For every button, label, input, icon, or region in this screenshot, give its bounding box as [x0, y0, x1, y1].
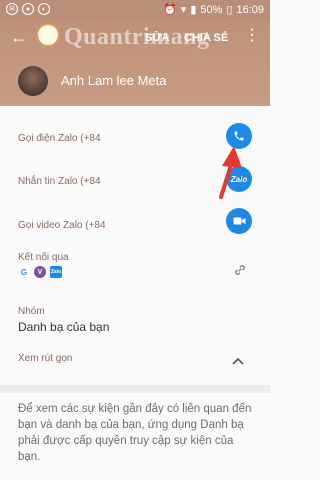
lightbulb-logo-icon: [36, 23, 60, 47]
zalo-video-label[interactable]: Gọi video Zalo (+84: [18, 220, 106, 231]
phone-icon: [234, 131, 244, 141]
chevron-up-icon[interactable]: [232, 352, 244, 370]
chain-link-icon: [235, 265, 245, 275]
contact-name: Anh Lam lee Meta: [61, 73, 167, 88]
notification-icon: ◐: [38, 3, 50, 15]
wifi-icon: ▾: [180, 4, 187, 16]
connected-apps: G V Zalo: [18, 266, 62, 278]
zalo-call-button[interactable]: [226, 123, 252, 149]
link-icon[interactable]: [232, 262, 248, 283]
contact-header: ← Quantrimang SỬA CHIA SẺ ⋮ Anh Lam lee …: [0, 20, 270, 106]
share-button[interactable]: CHIA SẺ: [184, 32, 228, 44]
alarm-icon: ⏰: [163, 4, 177, 16]
zalo-video-button[interactable]: [226, 208, 252, 234]
back-arrow-icon[interactable]: ←: [10, 28, 28, 46]
permission-notice: Để xem các sự kiện gần đây có liên quan …: [18, 403, 252, 463]
notification-icon: ●: [22, 3, 34, 15]
edit-button[interactable]: SỬA: [145, 32, 169, 44]
zalo-app-icon: Zalo: [50, 266, 62, 278]
video-camera-icon: [233, 217, 245, 225]
see-less-button[interactable]: Xem rút gọn: [18, 353, 72, 364]
zalo-call-label[interactable]: Gọi điện Zalo (+84: [18, 133, 101, 144]
group-label: Nhóm: [18, 306, 45, 317]
notification-icon: ✉: [6, 3, 18, 15]
viber-icon: V: [34, 266, 46, 278]
zalo-message-label[interactable]: Nhắn tin Zalo (+84: [18, 176, 101, 187]
zalo-icon: Zalo: [230, 174, 248, 184]
clock: 16:09: [236, 3, 264, 16]
battery-icon: ▯: [226, 4, 233, 16]
status-system-icons: ⏰ ▾ ▮ 50% ▯ 16:09: [163, 3, 264, 17]
google-icon: G: [18, 266, 30, 278]
status-bar: ✉ ● ◐ ⏰ ▾ ▮ 50% ▯ 16:09: [0, 0, 270, 20]
status-notification-icons: ✉ ● ◐: [6, 3, 50, 15]
more-options-icon[interactable]: ⋮: [244, 28, 260, 44]
battery-percent: 50%: [200, 3, 223, 16]
avatar[interactable]: [18, 66, 48, 96]
section-divider: [0, 385, 270, 393]
group-value[interactable]: Danh bạ của bạn: [18, 320, 109, 334]
connected-via-label: Kết nối qua: [18, 252, 69, 263]
signal-icon: ▮: [190, 4, 197, 16]
zalo-message-button[interactable]: Zalo: [226, 166, 252, 192]
